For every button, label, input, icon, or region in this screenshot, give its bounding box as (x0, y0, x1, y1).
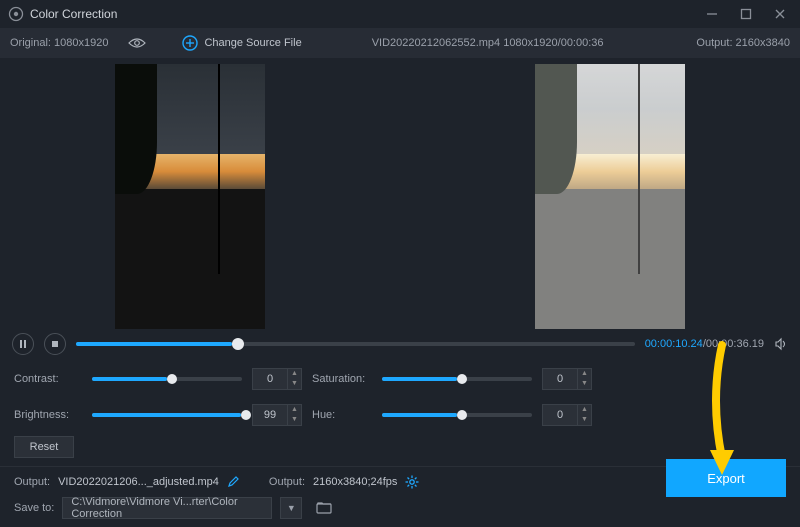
edit-icon[interactable] (227, 476, 239, 488)
original-resolution-label: Original: 1080x1920 (10, 37, 108, 49)
pause-button[interactable] (12, 333, 34, 355)
preview-area (0, 58, 800, 330)
maximize-icon[interactable] (740, 8, 758, 20)
saturation-value[interactable]: 0▲▼ (542, 368, 592, 390)
output-format-label: Output: (269, 476, 305, 488)
brightness-label: Brightness: (14, 409, 82, 421)
time-display: 00:00:10.24/00:00:36.19 (645, 338, 764, 350)
app-logo-icon (8, 6, 24, 22)
close-icon[interactable] (774, 8, 792, 20)
minimize-icon[interactable] (706, 8, 724, 20)
eye-icon[interactable] (128, 37, 146, 49)
hue-slider[interactable] (382, 413, 532, 417)
current-time: 00:00:10.24 (645, 338, 703, 350)
info-toolbar: Original: 1080x1920 Change Source File V… (0, 28, 800, 58)
output-filename-label: Output: (14, 476, 50, 488)
change-source-label: Change Source File (204, 37, 301, 49)
saturation-label: Saturation: (312, 373, 372, 385)
color-sliders: Contrast: 0▲▼ Saturation: 0▲▼ Brightness… (0, 358, 800, 434)
change-source-button[interactable]: Change Source File (182, 35, 301, 51)
hue-label: Hue: (312, 409, 372, 421)
open-folder-icon[interactable] (316, 501, 332, 515)
preview-original (115, 64, 265, 329)
output-filename: VID2022021206..._adjusted.mp4 (58, 476, 219, 488)
save-to-label: Save to: (14, 502, 54, 514)
window-title: Color Correction (30, 7, 117, 21)
stop-button[interactable] (44, 333, 66, 355)
contrast-value[interactable]: 0▲▼ (252, 368, 302, 390)
total-time: 00:00:36.19 (706, 338, 764, 350)
contrast-slider[interactable] (92, 377, 242, 381)
source-file-info: VID20220212062552.mp4 1080x1920/00:00:36 (372, 37, 604, 49)
contrast-label: Contrast: (14, 373, 82, 385)
saturation-slider[interactable] (382, 377, 532, 381)
hue-value[interactable]: 0▲▼ (542, 404, 592, 426)
preview-output (535, 64, 685, 329)
output-format: 2160x3840;24fps (313, 476, 397, 488)
plus-icon (182, 35, 198, 51)
playback-bar: 00:00:10.24/00:00:36.19 (0, 330, 800, 358)
gear-icon[interactable] (405, 475, 419, 489)
title-bar: Color Correction (0, 0, 800, 28)
seek-slider[interactable] (76, 342, 635, 346)
volume-icon[interactable] (774, 337, 788, 351)
export-button[interactable]: Export (666, 459, 786, 497)
output-resolution-label: Output: 2160x3840 (696, 37, 790, 49)
spinner-down-icon: ▼ (288, 379, 301, 389)
brightness-value[interactable]: 99▲▼ (252, 404, 302, 426)
spinner-up-icon: ▲ (288, 369, 301, 379)
save-path-input[interactable]: C:\Vidmore\Vidmore Vi...rter\Color Corre… (62, 497, 272, 519)
save-path-dropdown[interactable]: ▼ (280, 497, 302, 519)
reset-button[interactable]: Reset (14, 436, 74, 458)
brightness-slider[interactable] (92, 413, 242, 417)
